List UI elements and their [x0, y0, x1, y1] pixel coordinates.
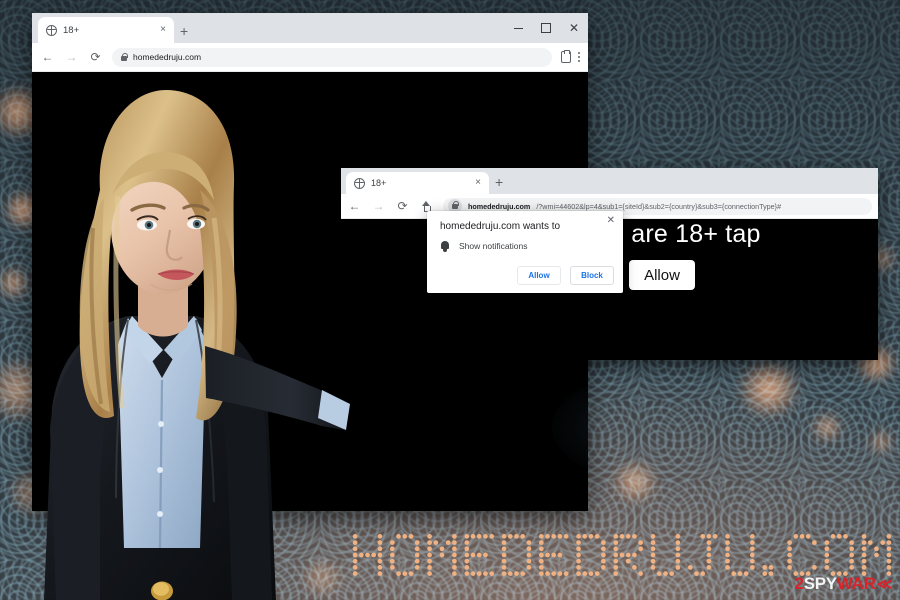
inner-tab-title: 18+ — [371, 178, 387, 188]
dialog-block-button[interactable]: Block — [570, 266, 614, 285]
watermark-part-3: WAR — [836, 574, 876, 593]
new-tab-button[interactable]: + — [495, 175, 503, 189]
inner-url-query: /?wmi=44602&lp=4&sub1={siteId}&sub2={cou… — [536, 201, 782, 211]
profile-icon[interactable] — [560, 49, 571, 63]
age-gate-headline: u are 18+ tap — [610, 220, 761, 248]
close-icon[interactable]: × — [158, 25, 168, 35]
globe-icon — [46, 24, 57, 36]
bell-icon — [440, 240, 450, 252]
outer-url-text: homededruju.com — [133, 52, 202, 62]
notification-permission-dialog: ✕ homededruju.com wants to Show notifica… — [427, 211, 623, 293]
outer-browser-tab[interactable]: 18+ × — [38, 17, 174, 43]
window-controls: ✕ — [504, 13, 588, 43]
page-dark-orb — [552, 372, 588, 482]
back-icon[interactable]: ← — [40, 50, 55, 65]
outer-tab-strip: 18+ × + ✕ — [32, 13, 588, 43]
reload-icon[interactable]: ⟳ — [395, 199, 410, 214]
watermark-chevron: ≪ — [876, 576, 893, 593]
dialog-actions: Allow Block — [517, 266, 614, 285]
lock-icon — [121, 52, 128, 61]
inner-tab-strip: 18+ × + — [341, 168, 878, 194]
close-icon[interactable]: ✕ — [607, 216, 615, 226]
outer-toolbar: ← → ⟳ homededruju.com — [32, 43, 588, 72]
watermark-2spyware: 2 SPY WAR ≪ — [794, 574, 893, 594]
close-icon[interactable]: × — [473, 178, 483, 188]
permission-label: Show notifications — [459, 241, 528, 251]
outer-address-bar[interactable]: homededruju.com — [112, 47, 552, 67]
new-tab-button[interactable]: + — [180, 24, 188, 38]
maximize-button[interactable] — [532, 13, 560, 43]
forward-icon[interactable]: → — [371, 199, 386, 214]
dialog-title: homededruju.com wants to — [440, 221, 561, 232]
inner-url-origin: homededruju.com — [468, 201, 531, 211]
watermark-part-1: 2 — [794, 574, 804, 593]
outer-tab-title: 18+ — [63, 24, 80, 36]
forward-icon[interactable]: → — [64, 50, 79, 65]
reload-icon[interactable]: ⟳ — [88, 50, 103, 65]
presenter-woman — [44, 90, 350, 600]
kebab-menu-icon[interactable] — [577, 52, 580, 62]
lock-icon — [452, 201, 459, 209]
page-allow-button[interactable]: Allow — [629, 260, 695, 290]
close-window-button[interactable]: ✕ — [560, 13, 588, 43]
permission-row: Show notifications — [440, 240, 611, 252]
watermark-part-2: SPY — [803, 574, 837, 593]
outer-toolbar-right — [560, 49, 580, 63]
globe-icon — [354, 177, 365, 189]
screenshot-stage: 18+ × + ✕ ← → ⟳ homededruju.com 18+ × + … — [0, 0, 900, 600]
dialog-allow-button[interactable]: Allow — [517, 266, 561, 285]
inner-browser-tab[interactable]: 18+ × — [346, 172, 489, 194]
minimize-button[interactable] — [504, 13, 532, 43]
